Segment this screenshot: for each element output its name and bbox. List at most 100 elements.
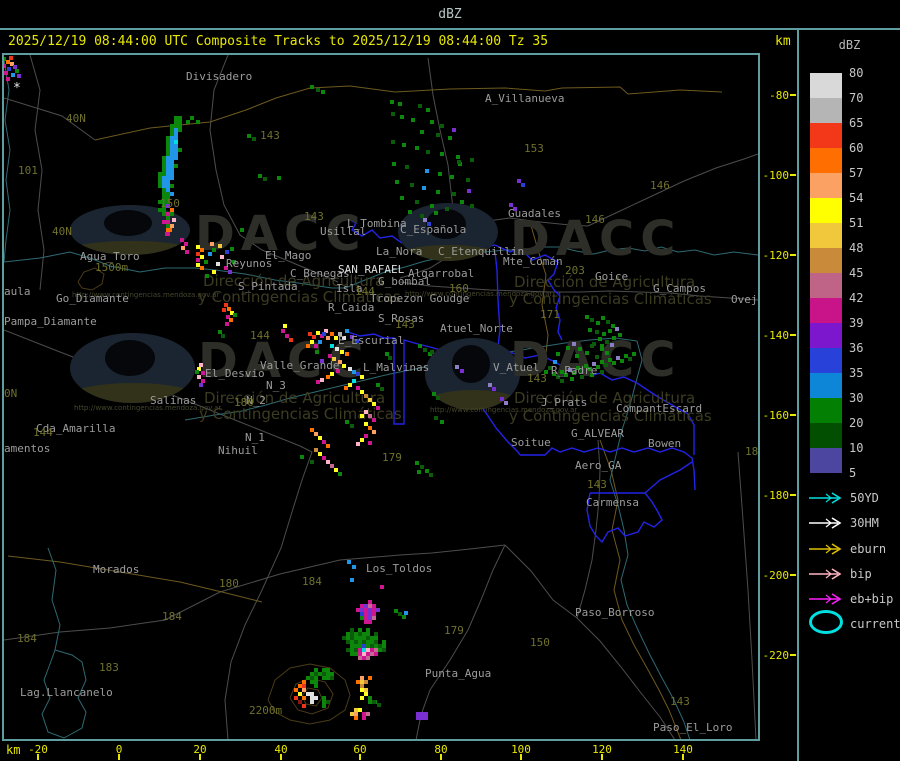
radar-echo-cell [606, 320, 610, 324]
radar-echo-cell [225, 322, 229, 326]
place-label: Atuel_Norte [440, 322, 513, 335]
radar-echo-cell [205, 274, 209, 278]
radar-echo-cell [318, 340, 322, 344]
radar-echo-cell [212, 248, 216, 252]
radar-echo-cell [190, 116, 194, 120]
place-label: Usillal [320, 225, 367, 238]
radar-echo-cell [600, 347, 604, 351]
route-elevation-label: 101 [18, 164, 38, 177]
route-elevation-label: 144 [250, 329, 270, 342]
radar-echo-cell [632, 352, 636, 356]
dbz-scale-tick-label: 39 [849, 316, 864, 330]
radar-map-display[interactable]: DACC http://www.contingencias.mendoza.go… [2, 53, 760, 741]
current-storm-ellipse-icon [809, 610, 843, 634]
radar-echo-cell [429, 473, 433, 477]
radar-echo-cell [566, 346, 570, 350]
dbz-color-swatch [810, 98, 842, 123]
radar-echo-cell [9, 56, 13, 60]
dbz-scale-tick-label: 60 [849, 141, 864, 155]
route-elevation-label: 144 [33, 426, 53, 439]
radar-echo-cell [352, 379, 356, 383]
radar-echo-cell [166, 232, 170, 236]
radar-echo-cell [15, 69, 19, 73]
legend-symbol-row: 50YD [799, 491, 900, 507]
dbz-color-swatch [810, 273, 842, 298]
radar-echo-cell [391, 112, 395, 116]
radar-echo-cell [221, 334, 225, 338]
radar-echo-cell [314, 684, 318, 688]
place-label: N_3 [266, 379, 286, 392]
track-arrow-icon [809, 593, 842, 605]
x-axis-tick [199, 754, 201, 760]
route-elevation-label: 183 [99, 661, 119, 674]
place-label: E_Escurial [338, 334, 405, 347]
radar-echo-cell [600, 370, 604, 374]
place-label: Lag.Llancanelo [20, 686, 113, 699]
radar-echo-cell [620, 359, 624, 363]
radar-echo-cell [400, 196, 404, 200]
place-label: Divisadero [186, 70, 253, 83]
radar-echo-cell [321, 90, 325, 94]
radar-echo-cell [362, 716, 366, 720]
radar-echo-cell [233, 313, 237, 317]
dbz-scale-tick-label: 70 [849, 91, 864, 105]
status-header: 2025/12/19 08:44:00 UTC Composite Tracks… [0, 30, 797, 53]
y-axis-tick [790, 254, 796, 256]
y-axis-tick-label: -120 [762, 249, 790, 262]
radar-echo-cell [174, 156, 178, 160]
legend-symbol-row: eb+bip [799, 592, 900, 608]
dbz-scale-tick-label: 54 [849, 191, 864, 205]
route-elevation-label: 150 [530, 636, 550, 649]
radar-echo-cell [258, 174, 262, 178]
place-label: N_1 [245, 431, 265, 444]
radar-echo-cell [420, 465, 424, 469]
radar-echo-cell [430, 350, 434, 354]
dbz-scale-tick-label: 51 [849, 216, 864, 230]
radar-echo-cell [390, 100, 394, 104]
route-elevation-label: 153 [524, 142, 544, 155]
place-label: Goice [595, 270, 629, 283]
radar-echo-cell [345, 329, 349, 333]
place-label: G_Campos [653, 282, 706, 295]
y-axis-tick-label: -220 [762, 649, 790, 662]
radar-echo-cell [345, 420, 349, 424]
x-axis-tick [359, 754, 361, 760]
place-label: Aero_GA [575, 459, 622, 472]
legend-symbol-row: current [799, 610, 900, 634]
radar-echo-cell [615, 327, 619, 331]
radar-echo-cell [170, 176, 174, 180]
radar-echo-cell [376, 406, 380, 410]
place-label: Valle_Grande [260, 359, 340, 372]
radar-echo-cell [388, 356, 392, 360]
radar-echo-cell [440, 124, 444, 128]
place-label: Paso_Borroso [575, 606, 655, 619]
radar-echo-cell [316, 380, 320, 384]
place-label: Salinas [150, 394, 197, 407]
radar-echo-cell [302, 696, 306, 700]
place-label: J_Prats [541, 396, 588, 409]
radar-echo-cell [306, 344, 310, 348]
radar-echo-cell [322, 704, 326, 708]
radar-echo-cell [602, 332, 606, 336]
radar-echo-cell [310, 85, 314, 89]
radar-echo-cell [277, 176, 281, 180]
radar-echo-cell [601, 316, 605, 320]
place-label: Carmensa [586, 496, 639, 509]
radar-echo-cell [315, 350, 319, 354]
radar-echo-cell [598, 337, 602, 341]
radar-echo-cell [492, 387, 496, 391]
legend-panel: dBZ 80 70 65 60 57 54 51 48 45 42 39 36 35 30 20 10 5 50… [797, 30, 900, 761]
dbz-scale-tick-label: 30 [849, 391, 864, 405]
x-axis-tick [601, 754, 603, 760]
radar-echo-cell [404, 611, 408, 615]
x-axis-tick [520, 754, 522, 760]
radar-echo-cell [302, 704, 306, 708]
route-elevation-label: 0N [4, 387, 18, 400]
radar-echo-cell [322, 332, 326, 336]
radar-echo-cell [330, 372, 334, 376]
radar-echo-cell [314, 344, 318, 348]
place-label: Ovejeria [731, 293, 758, 306]
y-axis-tick [790, 494, 796, 496]
radar-echo-cell [430, 120, 434, 124]
radar-echo-cell [230, 247, 234, 251]
